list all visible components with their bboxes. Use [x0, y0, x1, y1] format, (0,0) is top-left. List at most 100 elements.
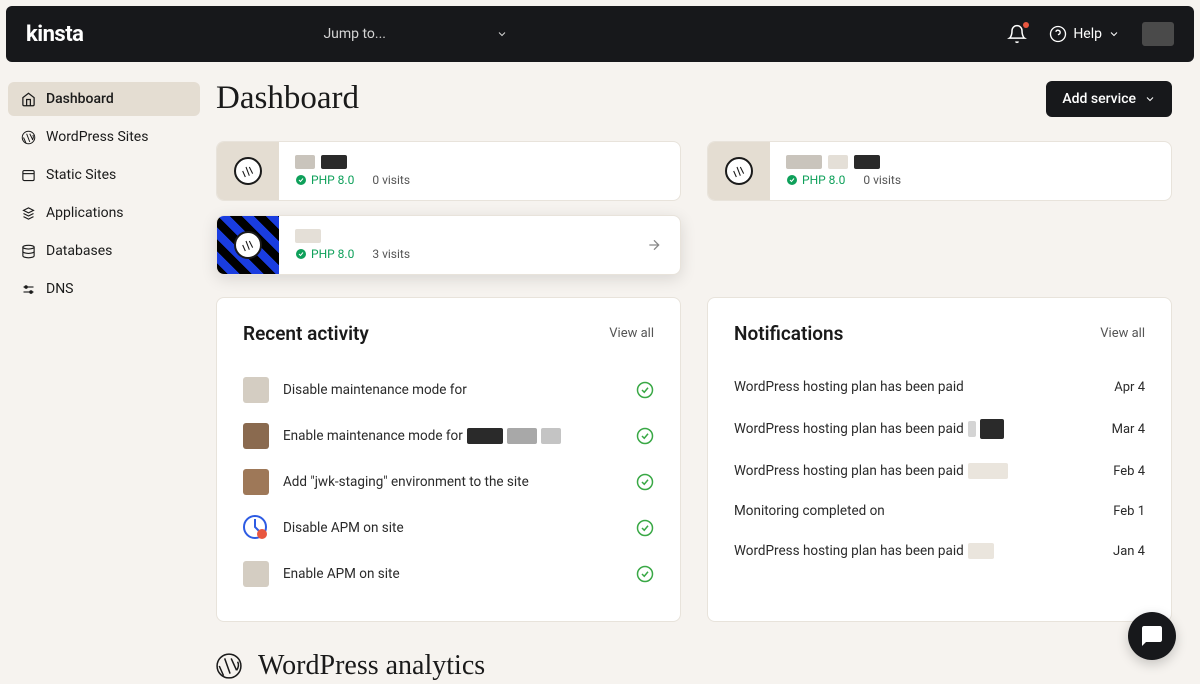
chevron-down-icon	[1144, 93, 1156, 105]
top-bar: kinsta Jump to... Help	[6, 6, 1194, 62]
sidebar-item-label: WordPress Sites	[46, 129, 148, 145]
add-service-label: Add service	[1062, 91, 1136, 107]
notification-row[interactable]: WordPress hosting plan has been paid Feb…	[734, 451, 1145, 491]
site-card[interactable]: PHP 8.0 0 visits	[707, 141, 1172, 201]
activity-icon	[243, 423, 269, 449]
sidebar-item-dashboard[interactable]: Dashboard	[8, 82, 200, 116]
activity-row[interactable]: Enable maintenance mode for	[243, 413, 654, 459]
sidebar-item-static-sites[interactable]: Static Sites	[8, 158, 200, 192]
activity-text: Disable APM on site	[283, 520, 622, 536]
panel-title: Notifications	[734, 322, 843, 345]
success-check-icon	[636, 565, 654, 583]
notification-text: Monitoring completed on	[734, 503, 885, 519]
sidebar-item-wordpress-sites[interactable]: WordPress Sites	[8, 120, 200, 154]
database-icon	[20, 243, 36, 259]
activity-row[interactable]: Disable APM on site	[243, 505, 654, 551]
sidebar: Dashboard WordPress Sites Static Sites A…	[0, 68, 208, 682]
wordpress-icon	[20, 129, 36, 145]
wordpress-icon	[725, 157, 753, 185]
site-card-icon-box	[217, 215, 279, 275]
activity-row[interactable]: Add "jwk-staging" environment to the sit…	[243, 459, 654, 505]
status-badge: PHP 8.0	[295, 173, 354, 187]
notification-text: WordPress hosting plan has been paid	[734, 379, 964, 395]
site-name	[295, 155, 664, 169]
applications-icon	[20, 205, 36, 221]
sidebar-item-applications[interactable]: Applications	[8, 196, 200, 230]
visits-count: 0 visits	[372, 173, 410, 187]
activity-row[interactable]: Enable APM on site	[243, 551, 654, 597]
notification-date: Apr 4	[1114, 380, 1145, 395]
home-icon	[20, 91, 36, 107]
notification-date: Jan 4	[1113, 544, 1145, 559]
recent-activity-panel: Recent activity View all Disable mainten…	[216, 297, 681, 622]
view-all-link[interactable]: View all	[1100, 326, 1145, 341]
activity-text: Disable maintenance mode for	[283, 382, 622, 398]
sidebar-item-label: Static Sites	[46, 167, 116, 183]
activity-icon	[243, 561, 269, 587]
chat-button[interactable]	[1128, 612, 1176, 660]
jump-to-label: Jump to...	[323, 26, 386, 42]
logo: kinsta	[26, 22, 83, 47]
status-badge: PHP 8.0	[295, 247, 354, 261]
site-name	[786, 155, 1155, 169]
site-card[interactable]: PHP 8.0 0 visits	[216, 141, 681, 201]
activity-icon	[243, 469, 269, 495]
notification-row[interactable]: WordPress hosting plan has been paid Apr…	[734, 367, 1145, 407]
notification-row[interactable]: WordPress hosting plan has been paid Jan…	[734, 531, 1145, 571]
page-title: Dashboard	[216, 80, 359, 117]
notification-row[interactable]: WordPress hosting plan has been paid Mar…	[734, 407, 1145, 451]
visits-count: 3 visits	[372, 247, 410, 261]
jump-to-dropdown[interactable]: Jump to...	[323, 26, 508, 42]
notification-text: WordPress hosting plan has been paid	[734, 463, 1008, 479]
notification-text: WordPress hosting plan has been paid	[734, 543, 994, 559]
static-sites-icon	[20, 167, 36, 183]
avatar[interactable]	[1142, 22, 1174, 46]
apm-icon	[243, 515, 269, 541]
panel-title: Recent activity	[243, 322, 369, 345]
notification-row[interactable]: Monitoring completed on Feb 1	[734, 491, 1145, 531]
wordpress-icon	[216, 653, 242, 679]
notification-date: Feb 4	[1113, 464, 1145, 479]
wordpress-icon	[234, 157, 262, 185]
success-check-icon	[636, 381, 654, 399]
notification-text: WordPress hosting plan has been paid	[734, 419, 1004, 439]
chat-icon	[1140, 624, 1164, 648]
success-check-icon	[636, 519, 654, 537]
help-label: Help	[1073, 26, 1102, 42]
add-service-button[interactable]: Add service	[1046, 81, 1172, 117]
success-check-icon	[636, 473, 654, 491]
main-content: Dashboard Add service PHP 8.0 0 visits	[208, 68, 1200, 682]
analytics-title: WordPress analytics	[258, 650, 485, 682]
wordpress-icon	[234, 231, 262, 259]
activity-icon	[243, 377, 269, 403]
notification-date: Mar 4	[1112, 422, 1145, 437]
help-dropdown[interactable]: Help	[1049, 25, 1120, 43]
notification-dot-icon	[1023, 22, 1029, 28]
sidebar-item-label: Databases	[46, 243, 112, 259]
site-card-icon-box	[708, 141, 770, 201]
arrow-right-icon	[646, 237, 662, 253]
notifications-panel: Notifications View all WordPress hosting…	[707, 297, 1172, 622]
activity-text: Enable APM on site	[283, 566, 622, 582]
sidebar-item-databases[interactable]: Databases	[8, 234, 200, 268]
sidebar-item-label: Applications	[46, 205, 124, 221]
chevron-down-icon	[496, 28, 508, 40]
status-badge: PHP 8.0	[786, 173, 845, 187]
success-check-icon	[636, 427, 654, 445]
site-name	[295, 229, 630, 243]
site-card-icon-box	[217, 141, 279, 201]
sidebar-item-dns[interactable]: DNS	[8, 272, 200, 306]
chevron-down-icon	[1108, 28, 1120, 40]
dns-icon	[20, 281, 36, 297]
analytics-section-header: WordPress analytics	[216, 650, 1172, 682]
help-circle-icon	[1049, 25, 1067, 43]
site-card[interactable]: PHP 8.0 3 visits	[216, 215, 681, 275]
activity-text: Add "jwk-staging" environment to the sit…	[283, 474, 622, 490]
sidebar-item-label: Dashboard	[46, 91, 114, 107]
view-all-link[interactable]: View all	[609, 326, 654, 341]
sidebar-item-label: DNS	[46, 281, 74, 297]
notifications-button[interactable]	[1007, 24, 1027, 44]
activity-row[interactable]: Disable maintenance mode for	[243, 367, 654, 413]
visits-count: 0 visits	[863, 173, 901, 187]
activity-text: Enable maintenance mode for	[283, 428, 622, 444]
